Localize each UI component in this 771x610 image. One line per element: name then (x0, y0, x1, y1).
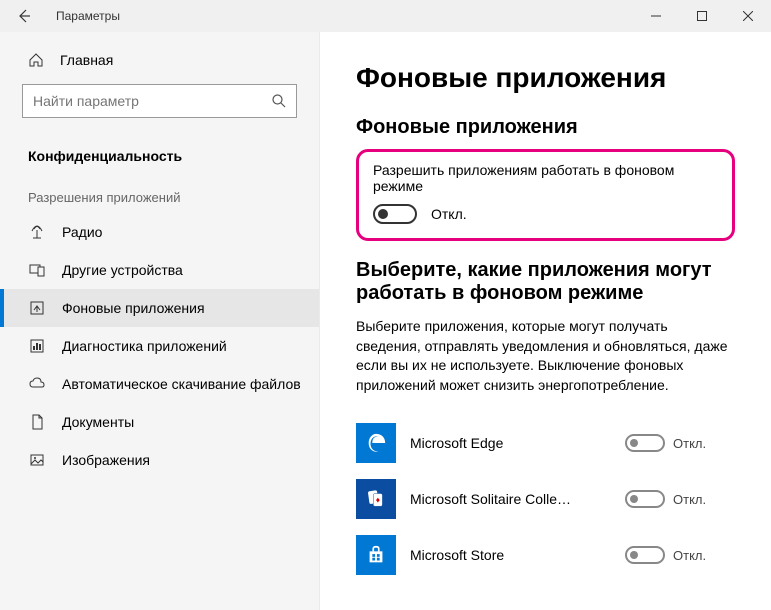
description: Выберите приложения, которые могут получ… (356, 317, 735, 395)
nav-item-background-apps[interactable]: Фоновые приложения (0, 289, 319, 327)
app-icon-solitaire: ♦ (356, 479, 396, 519)
main-content: Фоновые приложения Фоновые приложения Ра… (320, 32, 771, 610)
window-title: Параметры (48, 9, 633, 23)
nav-item-diagnostics[interactable]: Диагностика приложений (0, 327, 319, 365)
search-wrap (22, 84, 297, 118)
nav-item-label: Изображения (62, 452, 150, 468)
app-row: Microsoft Edge Откл. (356, 415, 735, 471)
sidebar: Главная Конфиденциальность Разрешения пр… (0, 32, 320, 610)
master-toggle[interactable] (373, 204, 417, 224)
toggle-knob (378, 209, 388, 219)
app-row: ♦ Microsoft Solitaire Colle… Откл. (356, 471, 735, 527)
app-icon-store (356, 535, 396, 575)
nav-item-label: Диагностика приложений (62, 338, 227, 354)
arrow-left-icon (16, 8, 32, 24)
app-toggle[interactable] (625, 490, 665, 508)
nav-item-other-devices[interactable]: Другие устройства (0, 251, 319, 289)
minimize-icon (651, 11, 661, 21)
app-icon-edge (356, 423, 396, 463)
app-toggle-state: Откл. (673, 492, 706, 507)
titlebar: Параметры (0, 0, 771, 32)
app-name: Microsoft Edge (410, 435, 611, 451)
highlight-box: Разрешить приложениям работать в фоновом… (356, 149, 735, 241)
nav-item-label: Автоматическое скачивание файлов (62, 376, 301, 392)
radio-icon (28, 224, 46, 240)
maximize-button[interactable] (679, 0, 725, 32)
master-toggle-state: Откл. (431, 206, 467, 222)
section-label: Конфиденциальность (0, 136, 319, 170)
close-icon (743, 11, 753, 21)
app-row: Microsoft Store Откл. (356, 527, 735, 583)
nav-item-label: Документы (62, 414, 134, 430)
nav-item-documents[interactable]: Документы (0, 403, 319, 441)
maximize-icon (697, 11, 707, 21)
nav-item-auto-downloads[interactable]: Автоматическое скачивание файлов (0, 365, 319, 403)
svg-text:♦: ♦ (376, 496, 380, 505)
nav-item-label: Радио (62, 224, 102, 240)
nav-home-label: Главная (60, 52, 113, 68)
home-icon (28, 52, 44, 68)
diagnostics-icon (28, 338, 46, 354)
app-name: Microsoft Solitaire Colle… (410, 491, 611, 507)
group-label: Разрешения приложений (0, 170, 319, 213)
app-toggle[interactable] (625, 434, 665, 452)
images-icon (28, 452, 46, 468)
nav-item-images[interactable]: Изображения (0, 441, 319, 479)
nav-item-label: Фоновые приложения (62, 300, 205, 316)
master-toggle-label: Разрешить приложениям работать в фоновом… (373, 162, 718, 194)
minimize-button[interactable] (633, 0, 679, 32)
document-icon (28, 414, 46, 430)
subheading: Фоновые приложения (356, 116, 735, 139)
subheading: Выберите, какие приложения могут работат… (356, 259, 735, 305)
app-toggle[interactable] (625, 546, 665, 564)
app-toggle-state: Откл. (673, 436, 706, 451)
background-apps-icon (28, 300, 46, 316)
nav-home[interactable]: Главная (0, 44, 319, 76)
back-button[interactable] (0, 0, 48, 32)
app-toggle-state: Откл. (673, 548, 706, 563)
page-title: Фоновые приложения (356, 62, 735, 94)
nav-item-radio[interactable]: Радио (0, 213, 319, 251)
cloud-download-icon (28, 376, 46, 392)
app-name: Microsoft Store (410, 547, 611, 563)
nav-item-label: Другие устройства (62, 262, 183, 278)
close-button[interactable] (725, 0, 771, 32)
search-input[interactable] (22, 84, 297, 118)
devices-icon (28, 262, 46, 278)
